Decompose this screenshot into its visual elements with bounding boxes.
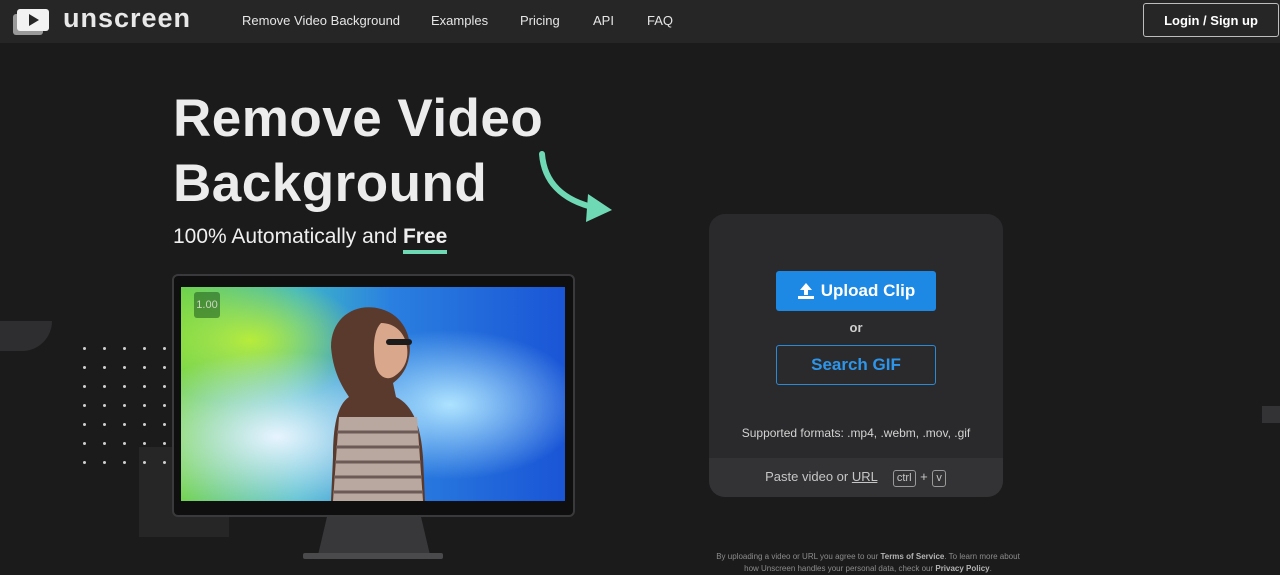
v-key: v [932, 470, 946, 487]
decorative-dot [143, 347, 146, 350]
decorative-dot [103, 461, 106, 464]
decorative-dot [163, 385, 166, 388]
monitor-stand [318, 517, 430, 555]
nav-link-remove-video-background[interactable]: Remove Video Background [242, 13, 400, 28]
decorative-dot [123, 347, 126, 350]
decorative-dot [123, 423, 126, 426]
paste-url-link[interactable]: URL [852, 469, 878, 484]
or-separator: or [849, 320, 863, 335]
decorative-dot [143, 461, 146, 464]
search-gif-button[interactable]: Search GIF [776, 345, 936, 385]
side-feedback-tab[interactable] [1262, 406, 1280, 423]
hero-subtitle-prefix: 100% Automatically and [173, 225, 403, 248]
legal-notice: By uploading a video or URL you agree to… [700, 551, 1036, 575]
logo-play-icon[interactable] [13, 9, 49, 35]
decorative-dot [83, 366, 86, 369]
hero-title-line2: Background [173, 154, 488, 213]
demo-video[interactable] [181, 287, 565, 501]
upload-clip-label: Upload Clip [820, 281, 916, 300]
decorative-dot [83, 385, 86, 388]
decorative-dot [103, 442, 106, 445]
decorative-dot [163, 366, 166, 369]
privacy-policy-link[interactable]: Privacy Policy [935, 564, 989, 573]
legal-line2-suffix: . [989, 564, 992, 573]
monitor-stand-base [303, 553, 443, 559]
terms-of-service-link[interactable]: Terms of Service [880, 552, 944, 561]
nav-link-pricing[interactable]: Pricing [520, 13, 560, 28]
decorative-dot [103, 385, 106, 388]
decorative-dot [143, 385, 146, 388]
top-navbar [0, 0, 1280, 43]
decorative-dot [143, 404, 146, 407]
decorative-dot [83, 442, 86, 445]
paste-instructions: Paste video or URL ctrl + v [709, 469, 1003, 487]
decorative-dot [143, 423, 146, 426]
nav-link-api[interactable]: API [593, 13, 614, 28]
decorative-dot [83, 461, 86, 464]
hero-title-line1: Remove Video [173, 89, 544, 148]
supported-formats-text: Supported formats: .mp4, .webm, .mov, .g… [741, 426, 971, 440]
decorative-dot [103, 347, 106, 350]
hero-subtitle-emphasis: Free [402, 225, 448, 254]
login-signup-button[interactable]: Login / Sign up [1143, 3, 1279, 37]
legal-line2-prefix: how Unscreen handles your personal data,… [744, 564, 936, 573]
decorative-dot [163, 404, 166, 407]
nav-link-faq[interactable]: FAQ [647, 13, 673, 28]
decorative-dot [143, 442, 146, 445]
paste-prefix: Paste video or [765, 469, 852, 484]
logo-text[interactable]: unscreen [63, 3, 191, 34]
decorative-dot [83, 347, 86, 350]
decorative-dot [83, 404, 86, 407]
legal-line1-suffix: . To learn more about [944, 552, 1020, 561]
decorative-dot [123, 385, 126, 388]
decorative-dot [83, 423, 86, 426]
decorative-dot [103, 404, 106, 407]
decorative-dot [123, 461, 126, 464]
decorative-dot-grid [83, 347, 173, 473]
curved-arrow-icon [539, 151, 612, 222]
decorative-dot [163, 442, 166, 445]
playback-speed-badge[interactable]: 1.00 [194, 292, 220, 318]
decorative-dot [163, 347, 166, 350]
nav-link-examples[interactable]: Examples [431, 13, 488, 28]
demo-video-frame [181, 287, 565, 501]
decorative-dot [103, 366, 106, 369]
legal-line1-prefix: By uploading a video or URL you agree to… [716, 552, 881, 561]
decorative-dot [103, 423, 106, 426]
decorative-half-circle [0, 321, 52, 351]
upload-icon [797, 283, 814, 299]
decorative-dot [143, 366, 146, 369]
decorative-dot [123, 366, 126, 369]
decorative-dot [163, 461, 166, 464]
decorative-dot [163, 423, 166, 426]
ctrl-key: ctrl [892, 470, 916, 487]
decorative-dot [123, 404, 126, 407]
upload-clip-button[interactable]: Upload Clip [776, 271, 936, 311]
decorative-dot [123, 442, 126, 445]
hero-title: Remove Video Background [173, 86, 543, 216]
hero-subtitle: 100% Automatically and Free [173, 225, 448, 254]
key-plus: + [920, 469, 928, 484]
